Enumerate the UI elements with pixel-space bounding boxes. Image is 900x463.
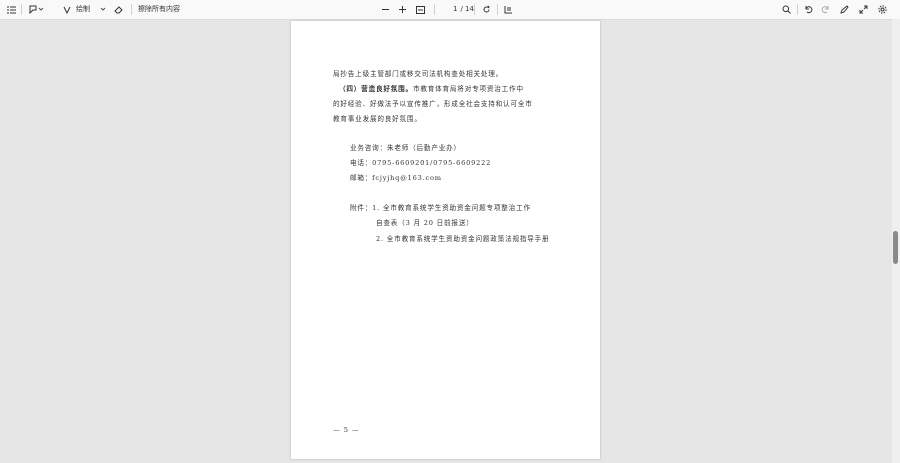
top-toolbar: 绘制 擦除所有内容 1 / 14 — [0, 0, 900, 20]
page-number-input[interactable]: 1 — [453, 4, 457, 15]
toolbar-divider — [797, 4, 798, 15]
highlight-button[interactable] — [26, 2, 46, 17]
attachment-line: 自查表（3 月 20 日前报送） — [376, 219, 474, 227]
undo-icon[interactable] — [802, 2, 814, 17]
scrollbar[interactable] — [892, 19, 900, 463]
page-view-icon[interactable] — [502, 2, 514, 17]
ink-pen-icon[interactable] — [838, 2, 850, 17]
text-line: 教育事业发展的良好氛围。 — [333, 115, 422, 123]
draw-options-chevron-icon[interactable] — [98, 2, 108, 17]
highlight-icon — [29, 5, 38, 14]
attachment-line: 附件：1. 全市教育系统学生资助资金问题专项整治工作 — [350, 204, 531, 212]
settings-gear-icon[interactable] — [876, 2, 888, 17]
chevron-down-icon — [38, 7, 44, 12]
rotate-icon[interactable] — [480, 2, 492, 17]
page-footer: — 5 — — [333, 426, 360, 434]
draw-icon[interactable] — [62, 2, 72, 17]
paragraph-text: 市教育体育局将对专项资治工作中 — [412, 85, 524, 93]
toolbar-divider — [474, 4, 475, 15]
toolbar-divider — [21, 4, 22, 15]
redo-icon[interactable] — [819, 2, 831, 17]
phone-line: 电话：0795-6609201/0795-6609222 — [350, 159, 492, 167]
fit-page-icon[interactable] — [414, 2, 427, 17]
search-icon[interactable] — [780, 2, 792, 17]
zoom-in-icon[interactable] — [397, 2, 407, 17]
page-indicator: 1 / 14 — [453, 4, 481, 15]
page-total: / 14 — [460, 5, 474, 13]
contents-menu-icon[interactable] — [4, 2, 18, 17]
erase-all-button[interactable]: 擦除所有内容 — [138, 4, 180, 15]
draw-button-label[interactable]: 绘制 — [76, 4, 90, 15]
contact-line: 业务咨询：朱老师（后勤产业办） — [350, 144, 461, 152]
attachment-line: 2. 全市教育系统学生资助资金问题政策法规指导手册 — [376, 235, 550, 243]
toolbar-divider — [131, 4, 132, 15]
scrollbar-thumb[interactable] — [893, 231, 898, 264]
text-line: 局抄告上级主管部门或移交司法机构查处相关处理。 — [333, 70, 504, 78]
email-line: 邮箱：fcjyjhq@163.com — [350, 174, 442, 182]
eraser-icon[interactable] — [113, 2, 124, 17]
text-line: 的好经验、好做法予以宣传推广，形成全社会支持和认可全市 — [333, 100, 533, 108]
toolbar-divider — [497, 4, 498, 15]
text-line: （四）营造良好氛围。市教育体育局将对专项资治工作中 — [339, 83, 524, 93]
section-heading: （四）营造良好氛围。 — [339, 85, 413, 93]
expand-icon[interactable] — [857, 2, 869, 17]
zoom-out-icon[interactable] — [380, 2, 390, 17]
pdf-page: 局抄告上级主管部门或移交司法机构查处相关处理。 （四）营造良好氛围。市教育体育局… — [291, 21, 600, 459]
toolbar-divider — [434, 4, 435, 15]
